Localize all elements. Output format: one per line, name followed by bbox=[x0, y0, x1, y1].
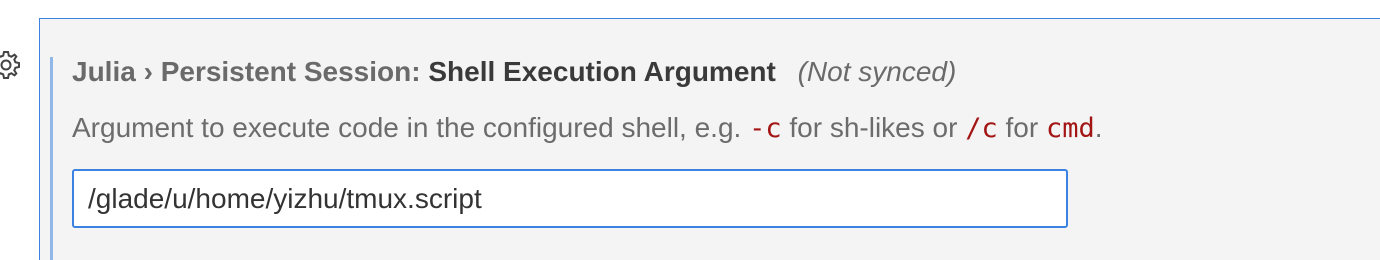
setting-item: Julia › Persistent Session: Shell Execut… bbox=[39, 18, 1380, 260]
setting-name: Shell Execution Argument bbox=[428, 56, 776, 87]
focus-indicator bbox=[50, 57, 53, 260]
description-code-3: cmd bbox=[1045, 113, 1095, 144]
description-text-3: for bbox=[997, 112, 1046, 143]
description-text-2: for sh-likes or bbox=[781, 112, 966, 143]
description-text-4: . bbox=[1094, 112, 1103, 143]
gear-icon[interactable] bbox=[0, 49, 22, 81]
setting-value-input[interactable] bbox=[72, 169, 1068, 228]
setting-description: Argument to execute code in the configur… bbox=[72, 111, 1103, 146]
sync-status: (Not synced) bbox=[797, 56, 957, 87]
description-code-1: -c bbox=[749, 113, 782, 144]
description-code-2: /c bbox=[965, 113, 998, 144]
setting-title: Julia › Persistent Session: Shell Execut… bbox=[72, 55, 956, 89]
setting-category: Julia › Persistent Session: bbox=[72, 56, 421, 87]
description-text-1: Argument to execute code in the configur… bbox=[72, 112, 750, 143]
settings-page: Julia › Persistent Session: Shell Execut… bbox=[0, 0, 1380, 260]
